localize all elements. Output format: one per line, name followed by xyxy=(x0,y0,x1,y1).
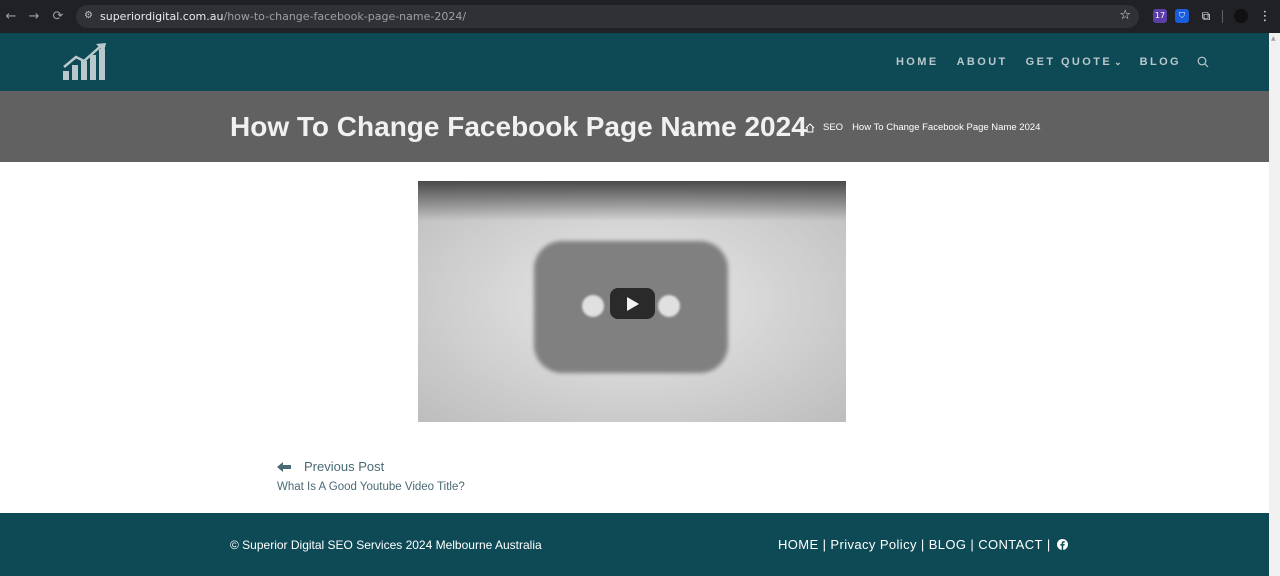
nav-about[interactable]: ABOUT xyxy=(957,56,1008,68)
nav-home[interactable]: HOME xyxy=(896,56,939,68)
nav-get-quote[interactable]: GET QUOTE ⌄ xyxy=(1026,56,1122,68)
page-title: How To Change Facebook Page Name 2024 xyxy=(230,111,807,142)
post-navigation: Previous Post What Is A Good Youtube Vid… xyxy=(277,459,465,493)
reload-icon[interactable]: ⟳ xyxy=(50,9,66,25)
footer-separator: | xyxy=(920,537,925,552)
previous-post-link[interactable]: Previous Post xyxy=(277,459,465,474)
back-icon[interactable]: ← xyxy=(3,9,19,25)
video-embed[interactable] xyxy=(418,181,846,422)
previous-post-label[interactable]: Previous Post xyxy=(304,459,384,474)
address-bar[interactable]: ⚙ superiordigital.com.au/how-to-change-f… xyxy=(76,5,1139,28)
site-info-icon[interactable]: ⚙ xyxy=(84,10,96,22)
bitwarden-shield-icon[interactable]: ⛉ xyxy=(1175,9,1189,23)
site-footer: © Superior Digital SEO Services 2024 Mel… xyxy=(0,513,1269,576)
footer-link-blog[interactable]: BLOG xyxy=(929,537,967,552)
video-top-shade xyxy=(418,181,846,221)
extension-badge-icon[interactable]: 17 xyxy=(1153,9,1167,23)
chevron-down-icon: ⌄ xyxy=(1114,57,1122,67)
footer-separator: | xyxy=(822,537,827,552)
breadcrumb: SEO How To Change Facebook Page Name 202… xyxy=(805,122,1049,133)
page-scrollbar[interactable]: ▲ xyxy=(1269,33,1280,576)
breadcrumb-seo[interactable]: SEO xyxy=(823,122,843,133)
main-nav: HOME ABOUT GET QUOTE ⌄ BLOG xyxy=(878,33,1209,91)
forward-icon[interactable]: → xyxy=(26,9,42,25)
nav-blog[interactable]: BLOG xyxy=(1140,56,1181,68)
footer-link-home[interactable]: HOME xyxy=(778,537,819,552)
footer-separator: | xyxy=(1046,537,1051,552)
browser-toolbar: ← → ⟳ ⚙ superiordigital.com.au/how-to-ch… xyxy=(0,0,1280,33)
arrow-left-icon xyxy=(277,461,291,472)
bookmark-star-icon[interactable]: ☆ xyxy=(1119,8,1131,23)
play-button[interactable] xyxy=(610,288,655,319)
home-icon[interactable] xyxy=(805,122,815,133)
video-thumbnail-dot xyxy=(658,295,680,317)
footer-link-privacy[interactable]: Privacy Policy xyxy=(830,537,917,552)
toolbar-divider xyxy=(1222,10,1223,23)
video-thumbnail-dot xyxy=(582,295,604,317)
search-icon[interactable] xyxy=(1197,56,1209,68)
scroll-up-icon[interactable]: ▲ xyxy=(1271,35,1276,42)
url-host: superiordigital.com.au xyxy=(100,10,224,23)
previous-post-title[interactable]: What Is A Good Youtube Video Title? xyxy=(277,481,465,493)
footer-links: HOME | Privacy Policy | BLOG | CONTACT | xyxy=(778,537,1068,552)
footer-link-contact[interactable]: CONTACT xyxy=(978,537,1043,552)
footer-copyright: © Superior Digital SEO Services 2024 Mel… xyxy=(230,538,542,552)
profile-avatar[interactable] xyxy=(1234,9,1248,23)
page-title-bar: How To Change Facebook Page Name 2024 SE… xyxy=(0,91,1269,162)
menu-kebab-icon[interactable]: ⋮ xyxy=(1257,9,1273,25)
url-path: /how-to-change-facebook-page-name-2024/ xyxy=(223,10,467,23)
footer-separator: | xyxy=(970,537,975,552)
url-text[interactable]: superiordigital.com.au/how-to-change-fac… xyxy=(100,10,466,23)
nav-get-quote-label: GET QUOTE xyxy=(1025,56,1113,68)
play-icon xyxy=(627,297,639,311)
extensions-puzzle-icon[interactable]: ⧉ xyxy=(1199,9,1213,23)
site-logo[interactable] xyxy=(62,43,108,81)
site-header: HOME ABOUT GET QUOTE ⌄ BLOG xyxy=(0,33,1269,91)
breadcrumb-current: How To Change Facebook Page Name 2024 xyxy=(852,122,1041,133)
facebook-icon[interactable] xyxy=(1056,539,1068,550)
